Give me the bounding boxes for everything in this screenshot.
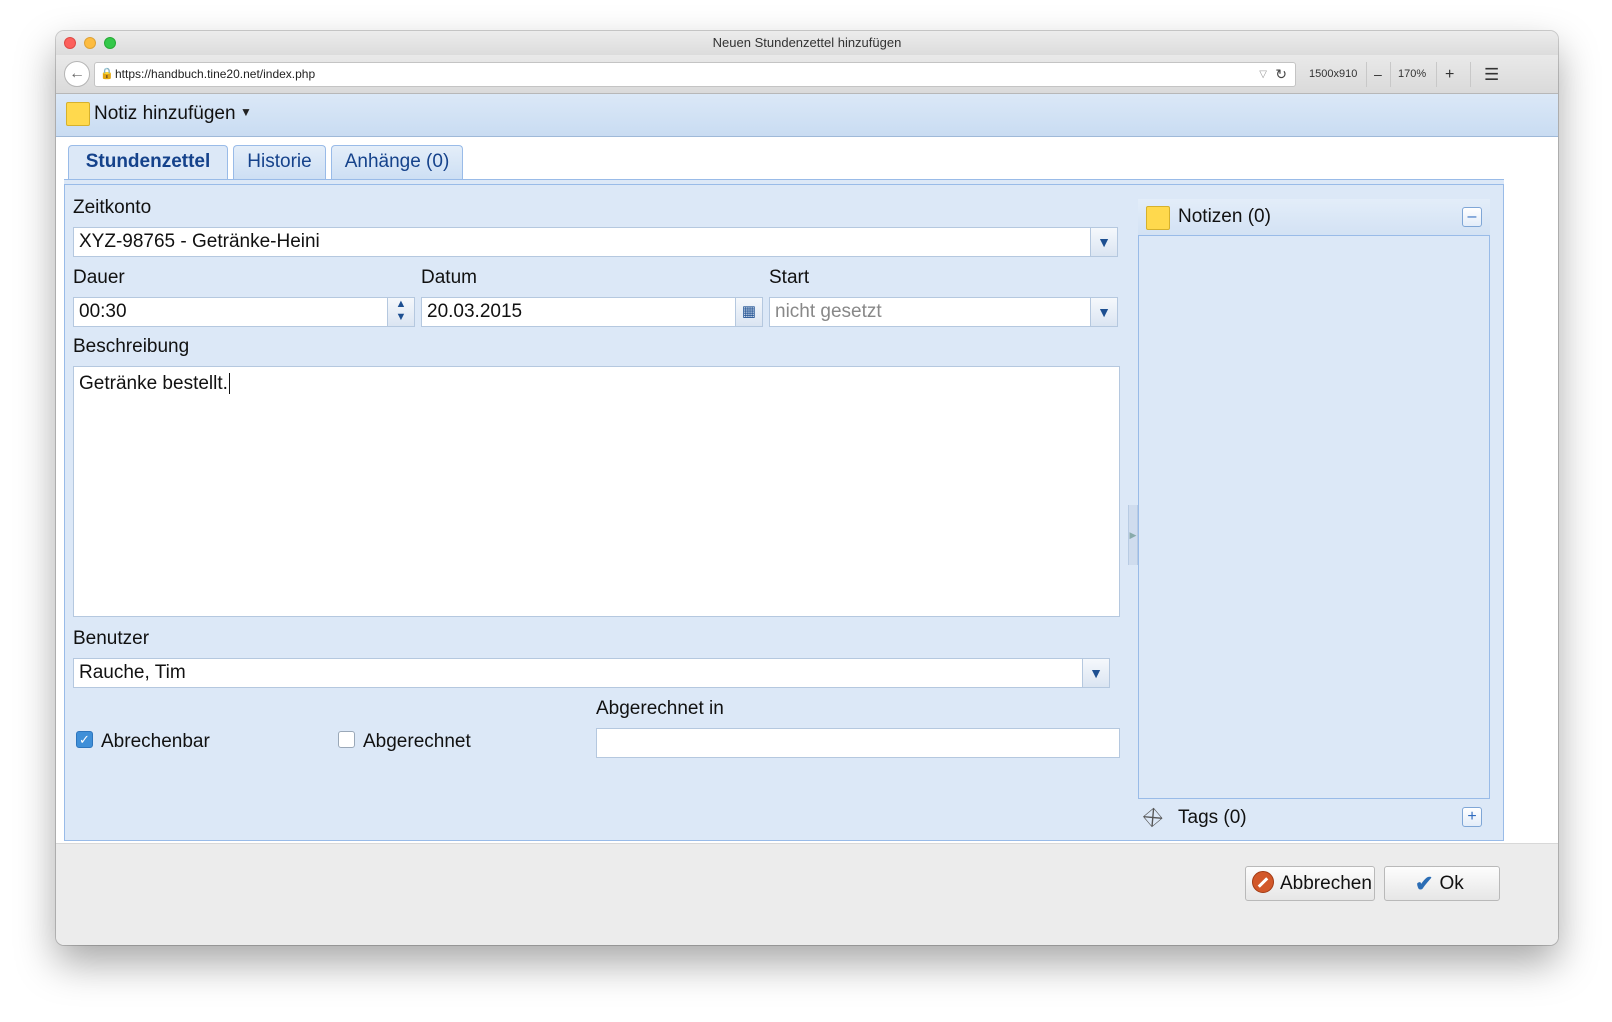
address-bar[interactable]: 🔒 https://handbuch.tine20.net/index.php … [94,62,1296,87]
start-placeholder: nicht gesetzt [775,301,882,322]
datum-label: Datum [421,267,477,288]
dialog-content: Stundenzettel Historie Anhänge (0) Zeitk… [56,137,1558,843]
start-combobox[interactable]: nicht gesetzt ▼ [769,297,1118,327]
abgerechnet-label: Abgerechnet [363,731,471,752]
tags-header: ⛝ Tags (0) + [1138,799,1490,837]
add-tag-icon[interactable]: + [1462,807,1482,827]
panel-splitter[interactable]: ▶ [1128,505,1138,565]
toolbar-separator [1366,62,1367,87]
dialog-footer: Abbrechen ✔ Ok [56,843,1558,945]
zoom-in-button[interactable]: + [1445,62,1454,87]
benutzer-label: Benutzer [73,628,150,649]
reload-icon[interactable]: ↻ [1275,63,1287,86]
datum-datepicker[interactable]: 20.03.2015 ▦ [421,297,763,327]
window-titlebar: Neuen Stundenzettel hinzufügen [56,31,1558,55]
minimize-window-button[interactable] [84,37,96,49]
abrechenbar-checkbox[interactable]: ✓ [76,731,93,748]
benutzer-value: Rauche, Tim [79,662,186,683]
datum-value: 20.03.2015 [427,301,523,322]
toolbar-separator [1390,62,1391,87]
chevron-down-icon[interactable]: ▼ [1082,658,1110,688]
cancel-icon [1252,871,1274,893]
close-window-button[interactable] [64,37,76,49]
form-panel: Zeitkonto XYZ-98765 - Getränke-Heini ▼ D… [64,185,1504,841]
tab-historie[interactable]: Historie [233,145,326,179]
zeitkonto-combobox[interactable]: XYZ-98765 - Getränke-Heini ▼ [73,227,1118,257]
window-title: Neuen Stundenzettel hinzufügen [712,35,902,50]
beschreibung-value: Getränke bestellt. [79,373,228,394]
url-text: https://handbuch.tine20.net/index.php [115,67,316,81]
abrechenbar-label: Abrechenbar [101,731,210,752]
cancel-label: Abbrechen [1280,873,1372,894]
lock-icon: 🔒 [100,68,114,80]
spinner-icon[interactable]: ▲ ▼ [387,297,415,327]
notes-tags-sidebar: Notizen (0) – ⛝ Tags (0) + [1138,199,1490,839]
caret-down-icon[interactable]: ▼ [240,105,252,119]
hamburger-icon[interactable]: ☰ [1484,62,1499,87]
dropdown-triangle-icon[interactable]: ▽ [1259,63,1267,86]
zoom-window-button[interactable] [104,37,116,49]
dauer-stepper[interactable]: 00:30 ▲ ▼ [73,297,415,327]
calendar-icon[interactable]: ▦ [735,297,763,327]
start-label: Start [769,267,810,288]
tab-stundenzettel[interactable]: Stundenzettel [68,145,228,180]
browser-window: Neuen Stundenzettel hinzufügen ← 🔒 https… [56,31,1558,945]
back-arrow-icon[interactable]: ← [64,61,90,87]
browser-toolbar: ← 🔒 https://handbuch.tine20.net/index.ph… [56,55,1558,94]
benutzer-combobox[interactable]: Rauche, Tim ▼ [73,658,1110,688]
collapse-icon[interactable]: – [1462,207,1482,227]
resolution-label[interactable]: 1500x910 [1309,62,1357,87]
ok-button[interactable]: ✔ Ok [1384,866,1500,901]
beschreibung-textarea[interactable]: Getränke bestellt. [73,366,1120,617]
zoom-out-button[interactable]: – [1374,62,1382,87]
dauer-value: 00:30 [79,301,127,322]
zeitkonto-label: Zeitkonto [73,197,152,218]
beschreibung-label: Beschreibung [73,336,190,357]
add-note-button[interactable]: Notiz hinzufügen [94,103,236,125]
chevron-down-icon[interactable]: ▼ [1090,297,1118,327]
note-icon [1146,206,1170,230]
text-cursor [228,373,230,394]
notes-list [1138,236,1490,799]
zeitkonto-value: XYZ-98765 - Getränke-Heini [79,231,320,252]
checkmark-icon: ✔ [1415,871,1434,896]
dauer-label: Dauer [73,267,125,288]
app-toolbar: Notiz hinzufügen ▼ [56,94,1558,137]
zoom-level[interactable]: 170% [1398,62,1426,87]
toolbar-separator [1470,62,1471,87]
note-icon [66,102,90,126]
tag-icon: ⛝ [1140,804,1167,832]
abgerechnet-checkbox[interactable] [338,731,355,748]
ok-label: Ok [1439,873,1464,894]
cancel-button[interactable]: Abbrechen [1245,866,1375,901]
toolbar-separator [1436,62,1437,87]
notes-title: Notizen (0) [1178,206,1271,227]
abgerechnet-in-field[interactable] [596,728,1120,758]
abgerechnet-in-label: Abgerechnet in [596,698,724,719]
tab-anhaenge[interactable]: Anhänge (0) [331,145,463,179]
chevron-down-icon[interactable]: ▼ [1090,227,1118,257]
notes-header: Notizen (0) – [1138,199,1490,236]
tags-title: Tags (0) [1178,807,1247,828]
